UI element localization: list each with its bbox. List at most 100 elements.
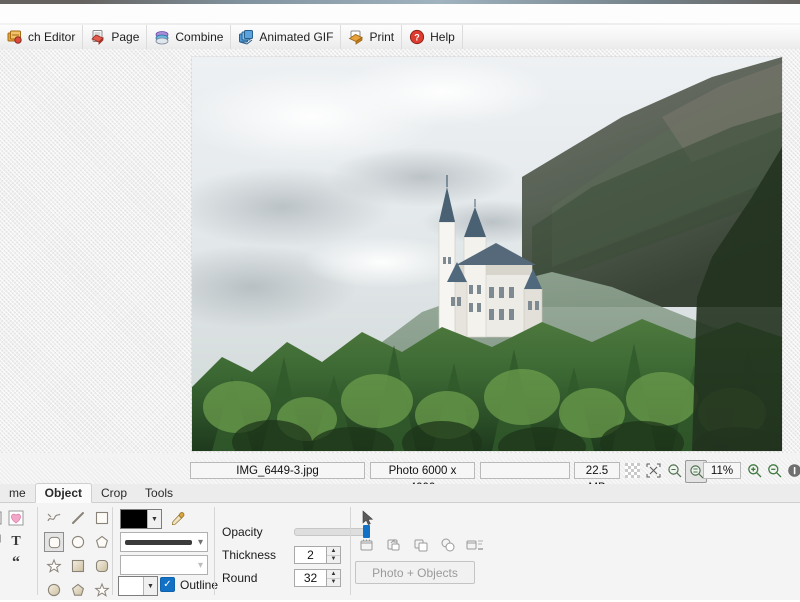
shape-grid bbox=[44, 508, 114, 602]
shape-filled-square-icon[interactable] bbox=[68, 556, 88, 576]
shape-filled-rounded-rect-icon[interactable] bbox=[92, 556, 112, 576]
spin-up-icon[interactable]: ▲ bbox=[327, 547, 340, 556]
thickness-label: Thickness bbox=[222, 548, 277, 562]
tab-crop[interactable]: Crop bbox=[92, 484, 136, 502]
fill-color-button[interactable]: ▼ bbox=[120, 509, 162, 529]
chevron-down-icon: ▾ bbox=[197, 536, 203, 548]
line-style-combo[interactable]: ▾ bbox=[120, 532, 208, 552]
menu-item-combine[interactable]: Combine bbox=[147, 25, 232, 49]
eyedropper-icon[interactable] bbox=[168, 509, 188, 529]
shape-filled-circle-icon[interactable] bbox=[44, 580, 64, 600]
spin-up-icon[interactable]: ▲ bbox=[327, 570, 340, 579]
round-spin-buttons[interactable]: ▲ ▼ bbox=[327, 569, 341, 587]
shape-star-outline-icon[interactable] bbox=[44, 556, 64, 576]
thickness-stepper[interactable]: 2 ▲ ▼ bbox=[294, 546, 341, 564]
second-style-combo[interactable]: ▾ bbox=[120, 555, 208, 575]
canvas-work-area[interactable] bbox=[0, 49, 800, 453]
thickness-row: Thickness 2 ▲ ▼ bbox=[222, 546, 341, 564]
outline-label: Outline bbox=[180, 577, 219, 592]
spin-down-icon[interactable]: ▼ bbox=[327, 579, 340, 587]
combine-icon bbox=[154, 29, 170, 45]
bring-forward-icon[interactable] bbox=[410, 535, 432, 555]
select-arrow-icon[interactable] bbox=[358, 508, 378, 528]
shape-filled-star-icon[interactable] bbox=[92, 580, 112, 600]
menu-label-page: Page bbox=[111, 30, 140, 44]
panel-divider-3 bbox=[214, 507, 215, 595]
page-icon bbox=[90, 29, 106, 45]
bottom-dock: me Object Crop Tools T “ ▼ ▾ ▾ ▼ ✓ Outli… bbox=[0, 483, 800, 600]
thickness-value[interactable]: 2 bbox=[294, 546, 327, 564]
round-value[interactable]: 32 bbox=[294, 569, 327, 587]
chevron-down-icon: ▼ bbox=[147, 510, 161, 528]
shape-filled-pentagon-icon[interactable] bbox=[68, 580, 88, 600]
menu-label-combine: Combine bbox=[175, 30, 224, 44]
object-text-icon[interactable]: T bbox=[6, 530, 26, 550]
send-backward-icon[interactable] bbox=[383, 535, 405, 555]
thickness-spin-buttons[interactable]: ▲ ▼ bbox=[327, 546, 341, 564]
panel-divider-2 bbox=[112, 507, 113, 595]
send-to-back-icon[interactable] bbox=[356, 535, 378, 555]
object-callout-icon[interactable] bbox=[0, 530, 4, 550]
object-quote-icon[interactable]: “ bbox=[6, 552, 26, 572]
object-panel: T T “ bbox=[0, 503, 800, 600]
object-order-toolbar bbox=[356, 535, 486, 555]
zoom-in-icon[interactable] bbox=[744, 460, 764, 481]
photo-image bbox=[192, 57, 782, 451]
transparency-icon[interactable] bbox=[622, 460, 642, 481]
outline-checkbox-row[interactable]: ✓ Outline bbox=[160, 577, 218, 592]
main-toolbar: ch Editor Page Combine Animated GIF Prin… bbox=[0, 25, 800, 50]
menu-label-print: Print bbox=[369, 30, 395, 44]
status-zoom-level: 11% bbox=[703, 462, 741, 479]
shape-line-icon[interactable] bbox=[68, 508, 88, 528]
chevron-down-icon: ▼ bbox=[143, 577, 157, 595]
spin-down-icon[interactable]: ▼ bbox=[327, 556, 340, 564]
shape-pentagon-outline-icon[interactable] bbox=[92, 532, 112, 552]
animated-gif-icon bbox=[238, 29, 254, 45]
line-style-preview bbox=[125, 539, 192, 545]
shape-rounded-rect-icon[interactable] bbox=[44, 532, 64, 552]
round-stepper[interactable]: 32 ▲ ▼ bbox=[294, 569, 341, 587]
round-row: Round 32 ▲ ▼ bbox=[222, 569, 341, 587]
panel-divider-1 bbox=[37, 507, 38, 595]
tab-tools[interactable]: Tools bbox=[136, 484, 182, 502]
menu-item-help[interactable]: ? Help bbox=[402, 25, 463, 49]
batch-editor-icon bbox=[7, 29, 23, 45]
window-top-whitespace bbox=[0, 4, 800, 24]
shape-scribble-icon[interactable] bbox=[44, 508, 64, 528]
dock-tab-row: me Object Crop Tools bbox=[0, 483, 800, 503]
photo-canvas[interactable] bbox=[192, 57, 782, 451]
status-filename: IMG_6449-3.jpg bbox=[190, 462, 365, 479]
tab-frame[interactable]: me bbox=[0, 484, 35, 502]
svg-text:T: T bbox=[11, 534, 21, 548]
menu-label-batch-editor: ch Editor bbox=[28, 30, 76, 44]
tab-object[interactable]: Object bbox=[34, 483, 93, 503]
menu-item-print[interactable]: Print bbox=[341, 25, 403, 49]
menu-item-batch-editor[interactable]: ch Editor bbox=[0, 25, 84, 49]
object-image-icon[interactable] bbox=[0, 508, 4, 528]
menu-item-page[interactable]: Page bbox=[83, 25, 148, 49]
svg-text:?: ? bbox=[414, 33, 420, 43]
shape-ellipse-icon[interactable] bbox=[68, 532, 88, 552]
shape-rectangle-icon[interactable] bbox=[92, 508, 112, 528]
status-filesize: 22.5 MB bbox=[574, 462, 620, 494]
status-dimensions: Photo 6000 x 4000 bbox=[370, 462, 475, 494]
object-heart-icon[interactable] bbox=[6, 508, 26, 528]
menu-item-animated-gif[interactable]: Animated GIF bbox=[231, 25, 342, 49]
bring-to-front-icon[interactable] bbox=[437, 535, 459, 555]
object-arrow-text-icon[interactable]: T bbox=[0, 552, 4, 572]
fit-selection-icon[interactable] bbox=[643, 460, 663, 481]
print-icon bbox=[348, 29, 364, 45]
photo-plus-objects-button[interactable]: Photo + Objects bbox=[355, 561, 475, 584]
menu-label-help: Help bbox=[430, 30, 455, 44]
help-icon: ? bbox=[409, 29, 425, 45]
opacity-row: Opacity bbox=[222, 523, 370, 541]
chevron-down-icon: ▾ bbox=[197, 559, 203, 571]
info-icon[interactable] bbox=[784, 460, 800, 481]
round-label: Round bbox=[222, 571, 258, 585]
outline-color-button[interactable]: ▼ bbox=[118, 576, 158, 596]
zoom-actual-icon[interactable] bbox=[664, 460, 684, 481]
flatten-icon[interactable] bbox=[464, 535, 486, 555]
zoom-out-icon[interactable] bbox=[764, 460, 784, 481]
outline-checkbox[interactable]: ✓ bbox=[160, 577, 175, 592]
outline-color-swatch bbox=[119, 577, 143, 595]
